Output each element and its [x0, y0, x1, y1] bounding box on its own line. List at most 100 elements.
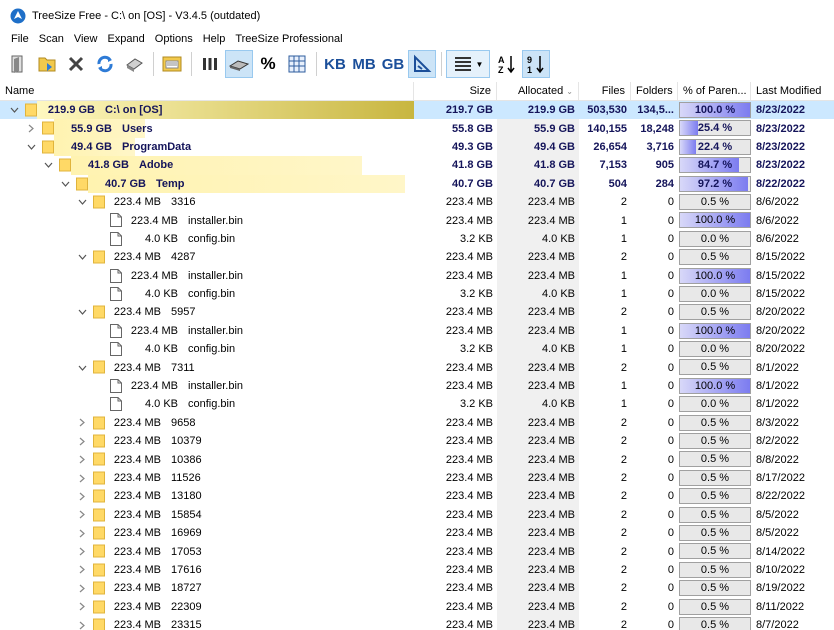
name-cell[interactable]: 223.4 MB 17053: [0, 542, 414, 560]
mb-unit-button[interactable]: MB: [350, 50, 378, 78]
tree-row[interactable]: 4.0 KB config.bin 3.2 KB 4.0 KB 1 0 0.0 % 8/20/…: [0, 340, 834, 359]
chevron-down-icon[interactable]: [25, 138, 37, 156]
tree-row[interactable]: 219.9 GB C:\ on [OS] 219.7 GB 219.9 GB 503,5…: [0, 101, 834, 120]
name-cell[interactable]: 223.4 MB 9658: [0, 414, 414, 432]
tree-row[interactable]: 223.4 MB 9658 223.4 MB 223.4 MB 2 0 0.5 % 8/3/2…: [0, 413, 834, 433]
tree-row[interactable]: 223.4 MB 5957 223.4 MB 223.4 MB 2 0 0.5 % 8/20/…: [0, 303, 834, 322]
name-cell[interactable]: 219.9 GB C:\ on [OS]: [0, 101, 414, 120]
menu-treesize-professional[interactable]: TreeSize Professional: [230, 31, 347, 48]
menu-options[interactable]: Options: [150, 31, 198, 48]
auto-unit-button[interactable]: [408, 50, 436, 78]
name-cell[interactable]: 223.4 MB 10379: [0, 432, 414, 450]
tree-row[interactable]: 223.4 MB 18727 223.4 MB 223.4 MB 2 0 0.5 % 8/19…: [0, 579, 834, 598]
menu-scan[interactable]: Scan: [34, 31, 69, 48]
name-cell[interactable]: 223.4 MB 5957: [0, 303, 414, 321]
header-pct[interactable]: % of Paren...: [678, 82, 751, 101]
name-cell[interactable]: 223.4 MB installer.bin: [0, 377, 414, 395]
chevron-right-icon[interactable]: [76, 506, 88, 524]
drive-view-button[interactable]: [225, 50, 253, 78]
chevron-right-icon[interactable]: [76, 414, 88, 432]
tree-row[interactable]: 40.7 GB Temp 40.7 GB 40.7 GB 504 284 97.2 % 8/2…: [0, 174, 834, 193]
header-modified[interactable]: Last Modified: [751, 82, 834, 101]
chevron-right-icon[interactable]: [25, 119, 37, 137]
menu-help[interactable]: Help: [198, 31, 231, 48]
tree-row[interactable]: 223.4 MB installer.bin 223.4 MB 223.4 MB 1 0 1…: [0, 321, 834, 341]
name-cell[interactable]: 223.4 MB 23315: [0, 616, 414, 630]
header-allocated[interactable]: Allocated ⌄: [497, 82, 579, 101]
chevron-down-icon[interactable]: [8, 101, 20, 119]
chevron-down-icon[interactable]: [76, 193, 88, 211]
export-button[interactable]: [158, 50, 186, 78]
name-cell[interactable]: 41.8 GB Adobe: [0, 156, 414, 175]
chevron-right-icon[interactable]: [76, 487, 88, 505]
chevron-right-icon[interactable]: [76, 561, 88, 579]
chevron-right-icon[interactable]: [76, 616, 88, 630]
name-cell[interactable]: 223.4 MB 16969: [0, 524, 414, 542]
name-cell[interactable]: 4.0 KB config.bin: [0, 340, 414, 358]
name-cell[interactable]: 49.4 GB ProgramData: [0, 137, 414, 157]
name-cell[interactable]: 223.4 MB 15854: [0, 506, 414, 524]
menu-expand[interactable]: Expand: [102, 31, 149, 48]
name-cell[interactable]: 223.4 MB 17616: [0, 561, 414, 579]
name-cell[interactable]: 223.4 MB 4287: [0, 248, 414, 266]
grid-button[interactable]: [283, 50, 311, 78]
chevron-right-icon[interactable]: [76, 579, 88, 597]
tree-row[interactable]: 223.4 MB 16969 223.4 MB 223.4 MB 2 0 0.5 % 8/5/…: [0, 523, 834, 543]
list-view-dropdown[interactable]: ▼: [446, 50, 490, 78]
chevron-down-icon[interactable]: [59, 175, 71, 193]
tree-row[interactable]: 55.9 GB Users 55.8 GB 55.9 GB 140,155 18,248 2…: [0, 119, 834, 138]
tree-row[interactable]: 223.4 MB 7311 223.4 MB 223.4 MB 2 0 0.5 % 8/1/2…: [0, 358, 834, 377]
tree-row[interactable]: 223.4 MB 4287 223.4 MB 223.4 MB 2 0 0.5 % 8/15/…: [0, 248, 834, 267]
gb-unit-button[interactable]: GB: [379, 50, 407, 78]
tree-row[interactable]: 4.0 KB config.bin 3.2 KB 4.0 KB 1 0 0.0 % 8/1/2…: [0, 395, 834, 414]
chevron-right-icon[interactable]: [76, 469, 88, 487]
header-size[interactable]: Size: [414, 82, 497, 101]
tree-row[interactable]: 4.0 KB config.bin 3.2 KB 4.0 KB 1 0 0.0 % 8/6/2…: [0, 229, 834, 249]
chevron-right-icon[interactable]: [76, 450, 88, 468]
tree-row[interactable]: 41.8 GB Adobe 41.8 GB 41.8 GB 7,153 905 84.7 %…: [0, 156, 834, 175]
menu-view[interactable]: View: [69, 31, 103, 48]
name-cell[interactable]: 223.4 MB installer.bin: [0, 322, 414, 340]
print-button[interactable]: [120, 50, 148, 78]
bar-view-button[interactable]: [196, 50, 224, 78]
tree-row[interactable]: 223.4 MB 3316 223.4 MB 223.4 MB 2 0 0.5 % 8/6/2…: [0, 192, 834, 212]
chevron-right-icon[interactable]: [76, 598, 88, 616]
name-cell[interactable]: 223.4 MB 13180: [0, 487, 414, 505]
tree-row[interactable]: 223.4 MB 23315 223.4 MB 223.4 MB 2 0 0.5 % 8/7/…: [0, 615, 834, 630]
scan-folder-button[interactable]: [33, 50, 61, 78]
name-cell[interactable]: 4.0 KB config.bin: [0, 395, 414, 413]
name-cell[interactable]: 40.7 GB Temp: [0, 174, 414, 193]
header-files[interactable]: Files: [579, 82, 631, 101]
tree-row[interactable]: 223.4 MB installer.bin 223.4 MB 223.4 MB 1 0 1…: [0, 376, 834, 396]
stop-button[interactable]: [62, 50, 90, 78]
name-cell[interactable]: 223.4 MB 22309: [0, 598, 414, 616]
tree-row[interactable]: 223.4 MB 15854 223.4 MB 223.4 MB 2 0 0.5 % 8/5/…: [0, 505, 834, 524]
tree-row[interactable]: 223.4 MB 10386 223.4 MB 223.4 MB 2 0 0.5 % 8/8/…: [0, 450, 834, 469]
open-folder-button[interactable]: [4, 50, 32, 78]
name-cell[interactable]: 4.0 KB config.bin: [0, 230, 414, 248]
tree-row[interactable]: 223.4 MB 22309 223.4 MB 223.4 MB 2 0 0.5 % 8/11…: [0, 597, 834, 616]
percent-button[interactable]: %: [254, 50, 282, 78]
name-cell[interactable]: 223.4 MB 11526: [0, 469, 414, 487]
tree-row[interactable]: 223.4 MB 11526 223.4 MB 223.4 MB 2 0 0.5 % 8/17…: [0, 468, 834, 488]
chevron-right-icon[interactable]: [76, 524, 88, 542]
tree-row[interactable]: 223.4 MB 17053 223.4 MB 223.4 MB 2 0 0.5 % 8/14…: [0, 542, 834, 561]
chevron-down-icon[interactable]: [42, 156, 54, 174]
tree-row[interactable]: 223.4 MB installer.bin 223.4 MB 223.4 MB 1 0 1…: [0, 211, 834, 230]
refresh-button[interactable]: [91, 50, 119, 78]
tree-row[interactable]: 223.4 MB 17616 223.4 MB 223.4 MB 2 0 0.5 % 8/10…: [0, 560, 834, 580]
tree-row[interactable]: 223.4 MB installer.bin 223.4 MB 223.4 MB 1 0 1…: [0, 266, 834, 285]
name-cell[interactable]: 223.4 MB 3316: [0, 193, 414, 211]
tree-row[interactable]: 223.4 MB 10379 223.4 MB 223.4 MB 2 0 0.5 % 8/2/…: [0, 432, 834, 451]
chevron-right-icon[interactable]: [76, 542, 88, 560]
menu-file[interactable]: File: [0, 31, 34, 48]
tree-row[interactable]: 49.4 GB ProgramData 49.3 GB 49.4 GB 26,654 3,…: [0, 137, 834, 157]
chevron-down-icon[interactable]: [76, 303, 88, 321]
chevron-down-icon[interactable]: [76, 248, 88, 266]
name-cell[interactable]: 223.4 MB 7311: [0, 358, 414, 376]
tree-row[interactable]: 223.4 MB 13180 223.4 MB 223.4 MB 2 0 0.5 % 8/22…: [0, 487, 834, 506]
name-cell[interactable]: 223.4 MB 10386: [0, 450, 414, 468]
header-folders[interactable]: Folders: [631, 82, 678, 101]
tree-row[interactable]: 4.0 KB config.bin 3.2 KB 4.0 KB 1 0 0.0 % 8/15/…: [0, 284, 834, 304]
name-cell[interactable]: 223.4 MB 18727: [0, 579, 414, 597]
